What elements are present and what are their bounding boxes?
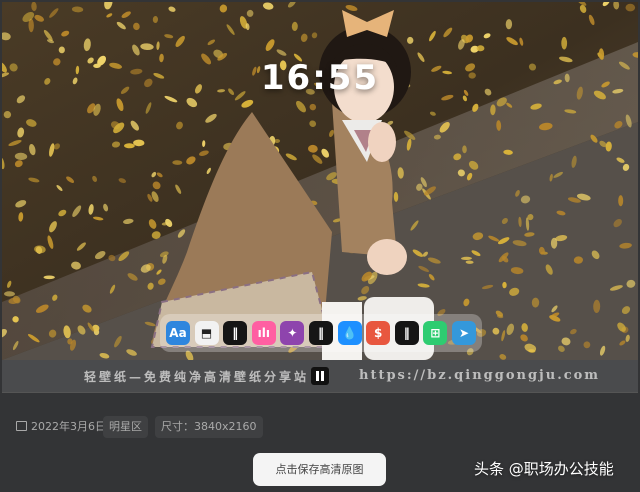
app-dock: Aa ⬒ ‖ ılı ✦ ‖ 💧 $ ‖ ⊞ ➤ bbox=[160, 314, 482, 352]
watermark: 头条 @职场办公技能 bbox=[474, 460, 614, 478]
upload-date: 2022年3月6日 bbox=[16, 416, 106, 438]
browser-icon[interactable]: Aa bbox=[166, 321, 190, 345]
category-tag[interactable]: 明星区 bbox=[103, 416, 148, 438]
wallpaper-preview: 16:55 Aa ⬒ ‖ ılı ✦ ‖ 💧 $ ‖ ⊞ ➤ bbox=[2, 2, 638, 360]
lockscreen-clock: 16:55 bbox=[260, 58, 380, 98]
bag-icon[interactable]: ⬒ bbox=[194, 321, 219, 345]
coin-icon[interactable]: $ bbox=[366, 321, 391, 345]
site-banner: 轻壁纸—免费纯净高清壁纸分享站 https://bz.qinggongju.co… bbox=[2, 360, 638, 393]
app-logo-icon-3[interactable]: ‖ bbox=[394, 321, 419, 345]
puzzle-icon[interactable]: ✦ bbox=[280, 321, 305, 345]
grid-app-icon[interactable]: ⊞ bbox=[423, 321, 448, 345]
upload-date-text: 2022年3月6日 bbox=[31, 420, 106, 433]
calendar-icon bbox=[16, 421, 27, 431]
app-logo-icon-2[interactable]: ‖ bbox=[309, 321, 333, 345]
site-url[interactable]: https://bz.qinggongju.com bbox=[359, 368, 600, 383]
app-logo-icon[interactable]: ‖ bbox=[223, 321, 248, 345]
chart-app-icon[interactable]: ılı bbox=[251, 321, 276, 345]
wallpaper-image bbox=[2, 2, 638, 360]
size-tag: 尺寸：3840x2160 bbox=[155, 416, 263, 438]
send-icon[interactable]: ➤ bbox=[452, 321, 476, 345]
site-tagline: 轻壁纸—免费纯净高清壁纸分享站 bbox=[84, 370, 310, 384]
drop-icon[interactable]: 💧 bbox=[337, 321, 362, 345]
save-original-button[interactable]: 点击保存高清原图 bbox=[253, 453, 386, 486]
site-logo-icon bbox=[311, 367, 329, 385]
